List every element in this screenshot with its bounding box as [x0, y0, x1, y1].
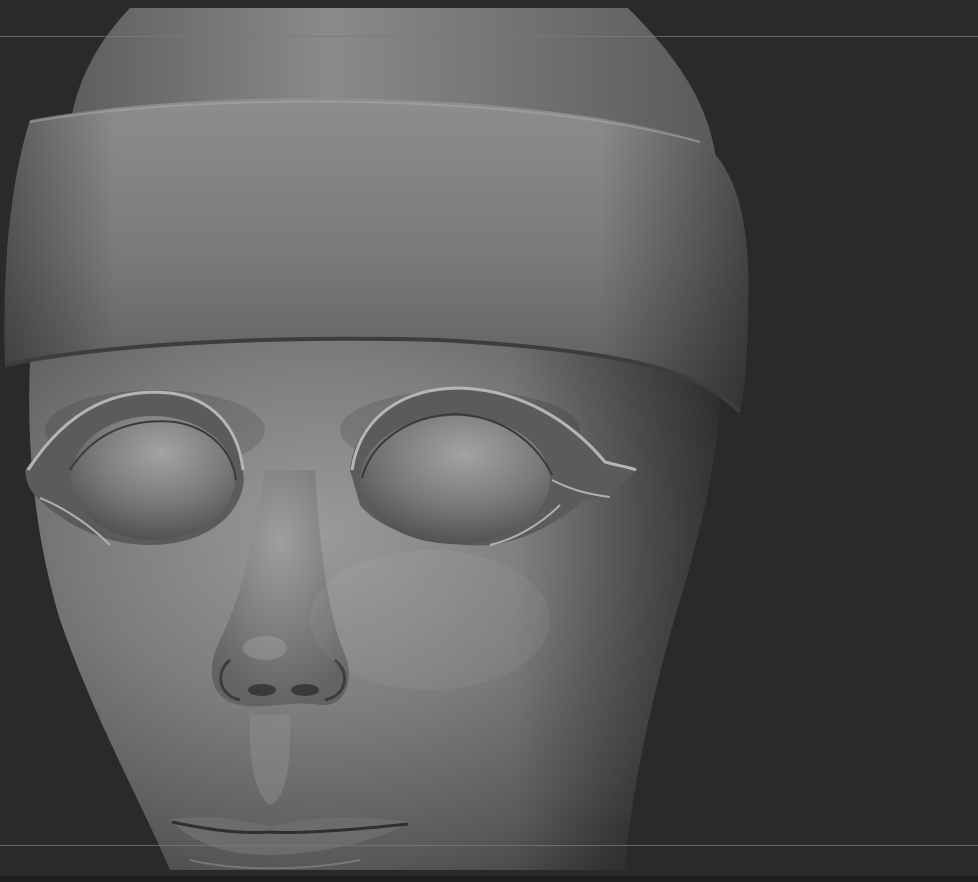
viewport-bottom-edge	[0, 876, 978, 882]
canvas-guide-bottom	[0, 845, 978, 846]
sculpt-render	[4, 8, 749, 870]
canvas-guide-top	[0, 36, 978, 37]
3d-viewport[interactable]	[0, 0, 978, 882]
